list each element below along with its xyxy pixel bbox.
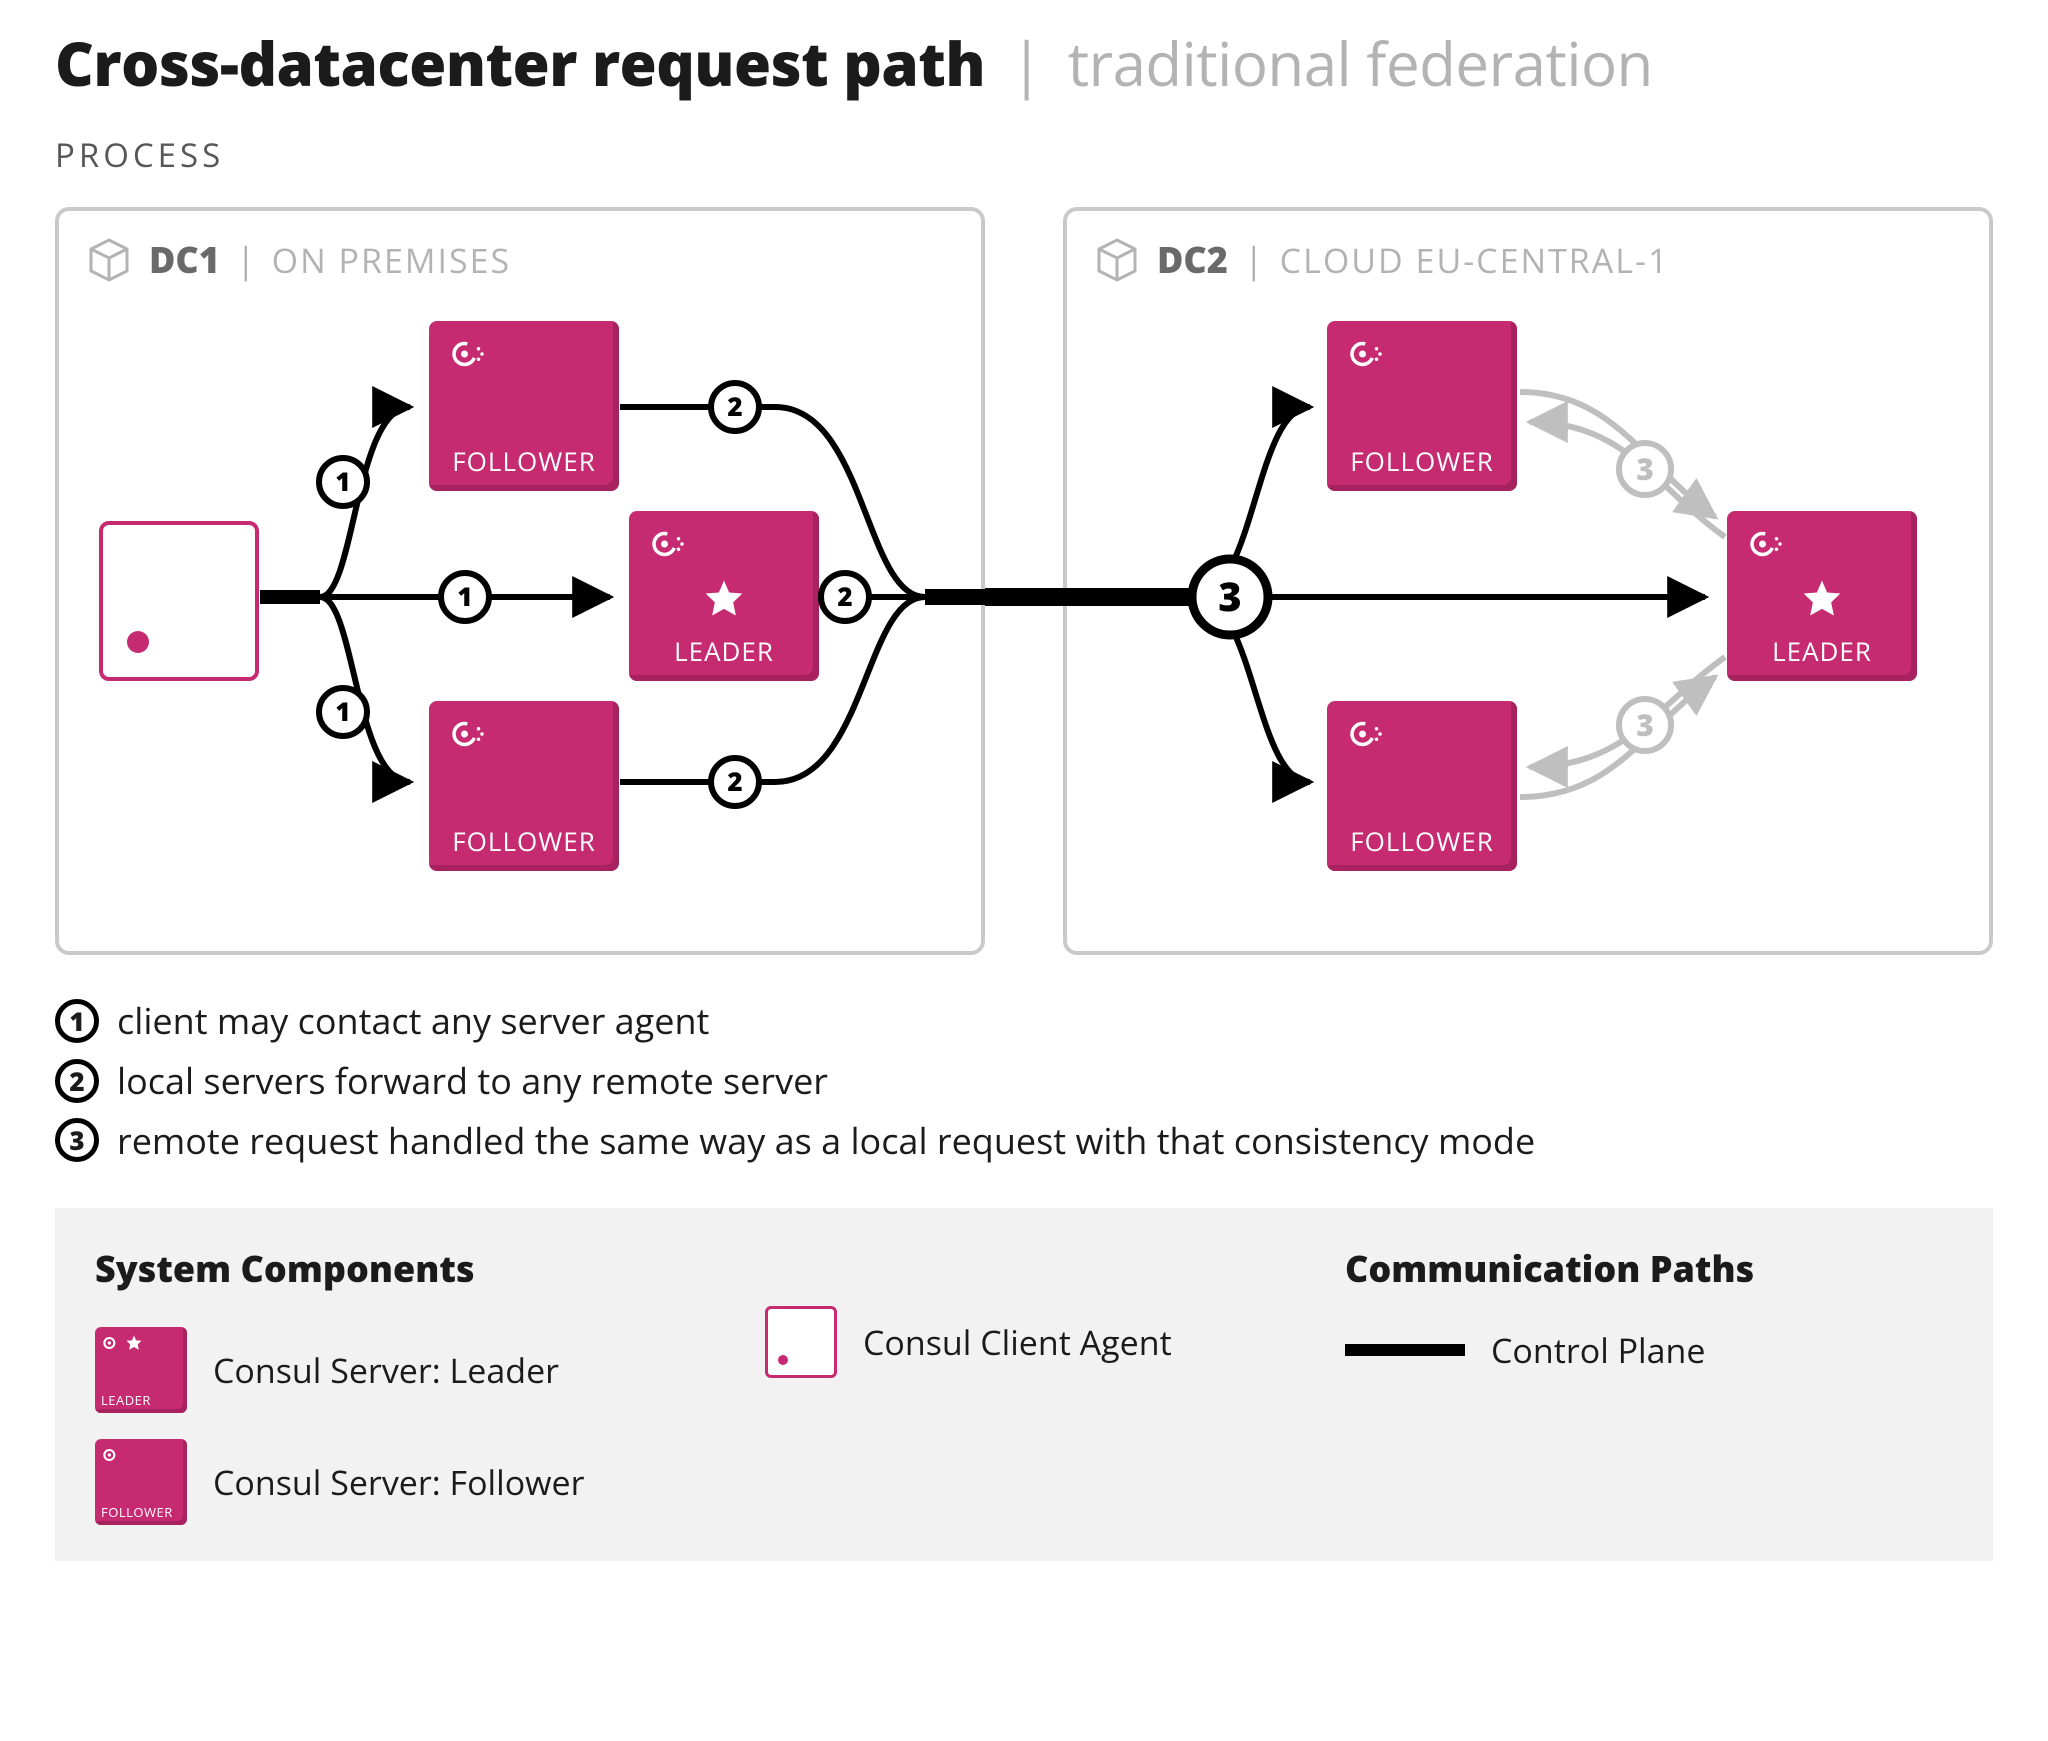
section-label: PROCESS — [55, 132, 1993, 177]
server-label: FOLLOWER — [1350, 443, 1494, 479]
client-dot-icon — [778, 1355, 788, 1365]
legend-follower-swatch: FOLLOWER — [95, 1439, 187, 1525]
dc1-server-follower-bottom: FOLLOWER — [429, 701, 619, 871]
server-label: LEADER — [674, 633, 774, 669]
cube-icon — [1093, 236, 1141, 284]
legend-client: Consul Client Agent — [765, 1306, 1325, 1378]
leader-star-icon — [702, 577, 746, 621]
legend-follower-label: Consul Server: Follower — [213, 1459, 585, 1505]
step-3: 3 remote request handled the same way as… — [55, 1113, 1993, 1169]
legend-client-swatch — [765, 1306, 837, 1378]
leader-star-icon — [1800, 577, 1844, 621]
legend-leader-swatch: LEADER — [95, 1327, 187, 1413]
server-label: FOLLOWER — [452, 443, 596, 479]
dc1-server-follower-top: FOLLOWER — [429, 321, 619, 491]
legend: System Components LEADER Consul Server: … — [55, 1208, 1993, 1561]
control-plane-line-icon — [1345, 1344, 1465, 1356]
legend-leader: LEADER Consul Server: Leader — [95, 1327, 745, 1413]
legend-follower: FOLLOWER Consul Server: Follower — [95, 1439, 745, 1525]
page-title: Cross-datacenter request path | traditio… — [55, 30, 1993, 96]
consul-c-icon — [447, 713, 489, 755]
legend-paths-title: Communication Paths — [1345, 1244, 1953, 1293]
title-subtitle: traditional federation — [1068, 22, 1653, 104]
dc2-header: DC2 | CLOUD EU-CENTRAL-1 — [1067, 211, 1989, 284]
consul-client-agent — [99, 521, 259, 681]
dc2-sub: CLOUD EU-CENTRAL-1 — [1280, 237, 1670, 283]
consul-c-icon — [101, 1445, 121, 1465]
dc2-name: DC2 — [1157, 235, 1228, 284]
dc2-sep: | — [1244, 235, 1264, 284]
steps-list: 1 client may contact any server agent 2 … — [55, 993, 1993, 1168]
leader-star-icon — [125, 1334, 143, 1352]
datacenter-dc1: DC1 | ON PREMISES FOLLOWER LEADER FOLLOW… — [55, 207, 985, 955]
consul-c-icon — [1745, 523, 1787, 565]
step-badge: 2 — [55, 1059, 99, 1103]
dc2-server-leader: LEADER — [1727, 511, 1917, 681]
consul-c-icon — [447, 333, 489, 375]
dc1-sub: ON PREMISES — [272, 237, 511, 283]
legend-components-title: System Components — [95, 1244, 745, 1293]
dc1-server-leader: LEADER — [629, 511, 819, 681]
legend-paths-col: Communication Paths Control Plane — [1345, 1244, 1953, 1525]
consul-c-icon — [1345, 333, 1387, 375]
datacenter-dc2: DC2 | CLOUD EU-CENTRAL-1 FOLLOWER LEADER… — [1063, 207, 1993, 955]
consul-c-icon — [101, 1333, 121, 1353]
title-main: Cross-datacenter request path — [55, 22, 985, 104]
legend-leader-label: Consul Server: Leader — [213, 1347, 559, 1393]
server-label: FOLLOWER — [1350, 823, 1494, 859]
step-text: local servers forward to any remote serv… — [117, 1053, 828, 1109]
step-1: 1 client may contact any server agent — [55, 993, 1993, 1049]
legend-components-col2: Consul Client Agent — [765, 1244, 1325, 1525]
diagram-canvas: DC1 | ON PREMISES FOLLOWER LEADER FOLLOW… — [55, 207, 1993, 957]
title-separator: | — [1010, 22, 1042, 104]
page: Cross-datacenter request path | traditio… — [0, 0, 2048, 1601]
dc2-server-follower-bottom: FOLLOWER — [1327, 701, 1517, 871]
step-2: 2 local servers forward to any remote se… — [55, 1053, 1993, 1109]
dc1-sep: | — [236, 235, 256, 284]
client-dot-icon — [127, 631, 149, 653]
consul-c-icon — [1345, 713, 1387, 755]
dc2-server-follower-top: FOLLOWER — [1327, 321, 1517, 491]
consul-c-icon — [647, 523, 689, 565]
server-label: FOLLOWER — [452, 823, 596, 859]
legend-control-plane: Control Plane — [1345, 1327, 1953, 1373]
step-text: remote request handled the same way as a… — [117, 1113, 1535, 1169]
swatch-label: LEADER — [101, 1391, 151, 1409]
step-badge: 3 — [55, 1118, 99, 1162]
swatch-label: FOLLOWER — [101, 1503, 173, 1521]
legend-components-col1: System Components LEADER Consul Server: … — [95, 1244, 745, 1525]
server-label: LEADER — [1772, 633, 1872, 669]
step-text: client may contact any server agent — [117, 993, 709, 1049]
dc1-name: DC1 — [149, 235, 220, 284]
legend-client-label: Consul Client Agent — [863, 1319, 1172, 1365]
legend-control-plane-label: Control Plane — [1491, 1327, 1705, 1373]
step-badge: 1 — [55, 999, 99, 1043]
cube-icon — [85, 236, 133, 284]
dc1-header: DC1 | ON PREMISES — [59, 211, 981, 284]
